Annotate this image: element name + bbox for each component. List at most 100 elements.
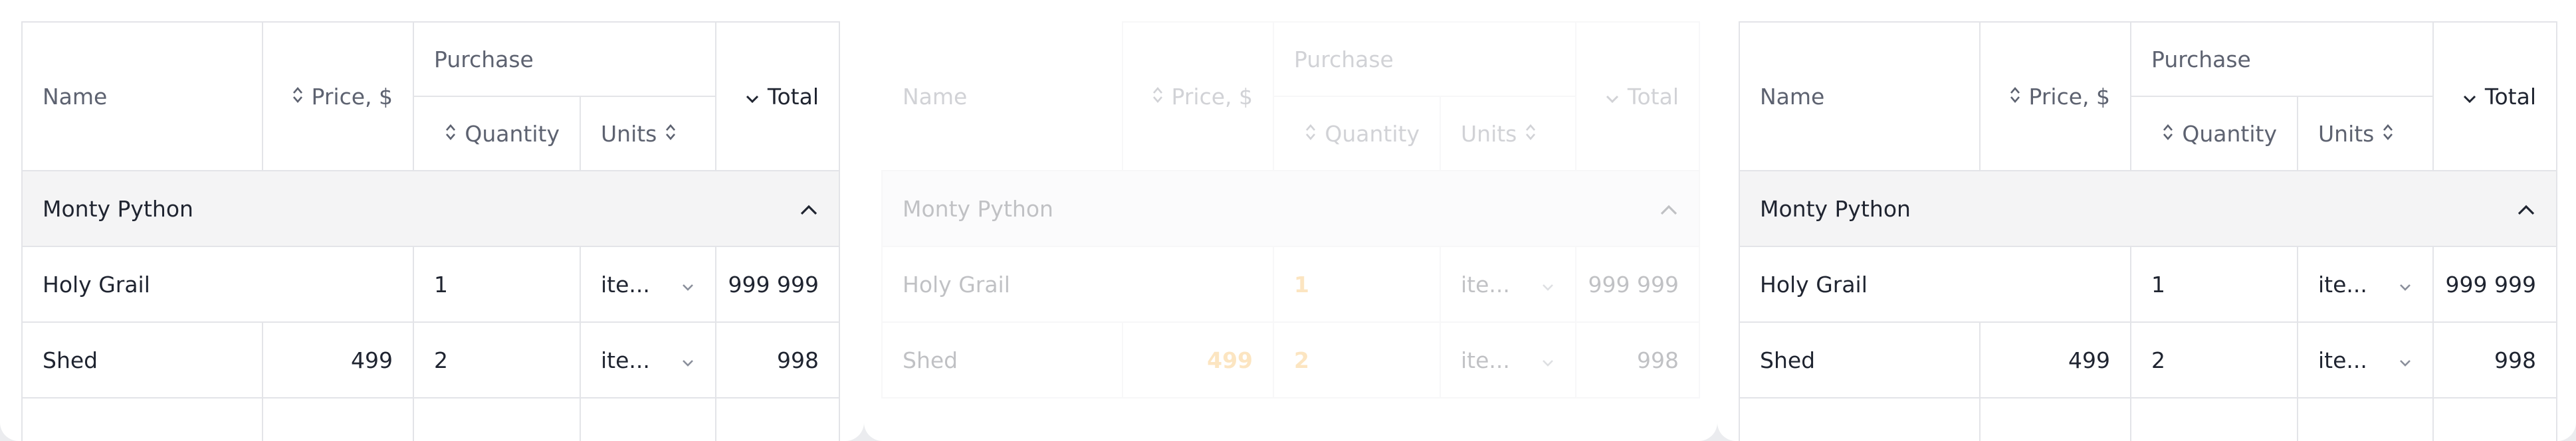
cell-text: ite...: [601, 347, 650, 373]
units-select[interactable]: ite...: [2297, 321, 2434, 398]
column-group-purchase: Purchase: [1273, 21, 1576, 97]
table-cell: [413, 397, 581, 441]
quantity-input[interactable]: 2: [413, 321, 581, 398]
cell-text: 2: [434, 347, 448, 373]
price-input[interactable]: 499: [1979, 321, 2131, 398]
cell-text: 2: [1294, 347, 1309, 373]
column-group-purchase-label: Purchase: [1294, 46, 1394, 72]
column-header-quantity-label: Quantity: [465, 120, 560, 147]
cell-text: 1: [2151, 271, 2165, 298]
column-header-total: Total: [1575, 21, 1700, 171]
column-header-quantity-label: Quantity: [1325, 120, 1420, 147]
sort-desc-icon: [1605, 84, 1620, 110]
sort-icon[interactable]: [2382, 121, 2394, 147]
column-header-price-label: Price, $: [1171, 83, 1253, 110]
column-header-units[interactable]: Units: [2297, 96, 2434, 171]
sort-icon[interactable]: [665, 121, 677, 147]
group-row[interactable]: Monty Python: [1739, 170, 2557, 247]
data-table: Name Price, $ Purchase Quantity Units To…: [1739, 21, 2557, 441]
quantity-input[interactable]: 2: [2130, 321, 2298, 398]
table-cell-name: Holy Grail: [1739, 246, 2131, 323]
column-header-quantity-label: Quantity: [2182, 120, 2277, 147]
column-header-price-label: Price, $: [2028, 83, 2110, 110]
table-panel-left: Name Price, $ Purchase Quantity Units To…: [0, 0, 864, 441]
sort-desc-icon[interactable]: [2462, 84, 2477, 110]
column-header-quantity[interactable]: Quantity: [413, 96, 581, 171]
sort-icon[interactable]: [292, 84, 304, 110]
cell-text: 499: [351, 347, 393, 373]
column-header-quantity[interactable]: Quantity: [2130, 96, 2298, 171]
faded-table-preview: Name Price, $ Purchase Quantity Units To…: [864, 0, 1717, 441]
chevron-up-icon[interactable]: [799, 196, 819, 222]
cell-text: ite...: [2318, 347, 2367, 373]
cell-text: 2: [2151, 347, 2165, 373]
column-header-price-label: Price, $: [311, 83, 393, 110]
table-cell-name: Holy Grail: [881, 246, 1274, 323]
quantity-input: 2: [1273, 321, 1441, 398]
cell-text: Shed: [1760, 347, 1816, 373]
price-input[interactable]: 499: [262, 321, 414, 398]
group-row: Monty Python: [881, 170, 1700, 247]
units-select[interactable]: ite...: [2297, 246, 2434, 323]
table-cell-total: 999 999: [715, 246, 840, 323]
sort-icon[interactable]: [2009, 84, 2021, 110]
quantity-input[interactable]: 1: [2130, 246, 2298, 323]
chevron-down-icon[interactable]: [681, 347, 695, 373]
units-select[interactable]: ite...: [580, 321, 716, 398]
column-group-purchase: Purchase: [2130, 21, 2434, 97]
table-cell: [262, 397, 414, 441]
cell-text: ite...: [601, 271, 650, 298]
chevron-down-icon[interactable]: [2398, 347, 2413, 373]
group-row[interactable]: Monty Python: [21, 170, 840, 247]
chevron-down-icon[interactable]: [2398, 272, 2413, 298]
column-header-total[interactable]: Total: [2432, 21, 2557, 171]
cell-text: 998: [777, 347, 819, 373]
column-group-purchase-label: Purchase: [2151, 46, 2251, 72]
cell-text: 999 999: [1588, 271, 1679, 298]
column-header-name: Name: [881, 21, 1123, 171]
cell-text: ite...: [2318, 271, 2367, 298]
sort-icon[interactable]: [2162, 121, 2174, 147]
column-header-price[interactable]: Price, $: [1979, 21, 2131, 171]
table-cell: [2432, 397, 2557, 441]
cell-text: 499: [2068, 347, 2110, 373]
column-header-units[interactable]: Units: [580, 96, 716, 171]
column-header-total[interactable]: Total: [715, 21, 840, 171]
column-group-purchase-label: Purchase: [434, 46, 534, 72]
table-cell: [1979, 397, 2131, 441]
table-panel-right: Name Price, $ Purchase Quantity Units To…: [1717, 0, 2576, 441]
table-cell-total: 998: [715, 321, 840, 398]
column-header-quantity: Quantity: [1273, 96, 1441, 171]
cell-text: 999 999: [728, 271, 819, 298]
chevron-up-icon[interactable]: [2516, 196, 2536, 222]
table-cell-total: 999 999: [1575, 246, 1700, 323]
table-cell: [580, 397, 716, 441]
sort-icon[interactable]: [445, 121, 457, 147]
column-header-units-label: Units: [2318, 120, 2375, 147]
cell-text: 998: [2494, 347, 2536, 373]
column-header-name-label: Name: [43, 83, 108, 110]
column-header-name: Name: [1739, 21, 1981, 171]
sort-desc-icon[interactable]: [745, 84, 760, 110]
cell-text: 499: [1207, 347, 1253, 373]
cell-text: Holy Grail: [1760, 271, 1868, 298]
cell-text: 1: [1294, 271, 1309, 298]
column-header-price[interactable]: Price, $: [262, 21, 414, 171]
chevron-down-icon: [1541, 347, 1555, 373]
units-select[interactable]: ite...: [580, 246, 716, 323]
quantity-input[interactable]: 1: [413, 246, 581, 323]
table-cell: [2297, 397, 2434, 441]
column-header-total-label: Total: [2484, 83, 2536, 110]
column-group-purchase: Purchase: [413, 21, 716, 97]
table-cell-name: Shed: [881, 321, 1123, 398]
cell-text: ite...: [1461, 347, 1510, 373]
chevron-down-icon[interactable]: [681, 272, 695, 298]
chevron-up-icon: [1659, 196, 1679, 222]
cell-text: 1: [434, 271, 448, 298]
sort-icon: [1305, 121, 1317, 147]
column-header-total-label: Total: [767, 83, 819, 110]
column-header-name-label: Name: [903, 83, 968, 110]
quantity-input: 1: [1273, 246, 1441, 323]
group-row-label: Monty Python: [43, 195, 193, 222]
price-input: 499: [1122, 321, 1274, 398]
